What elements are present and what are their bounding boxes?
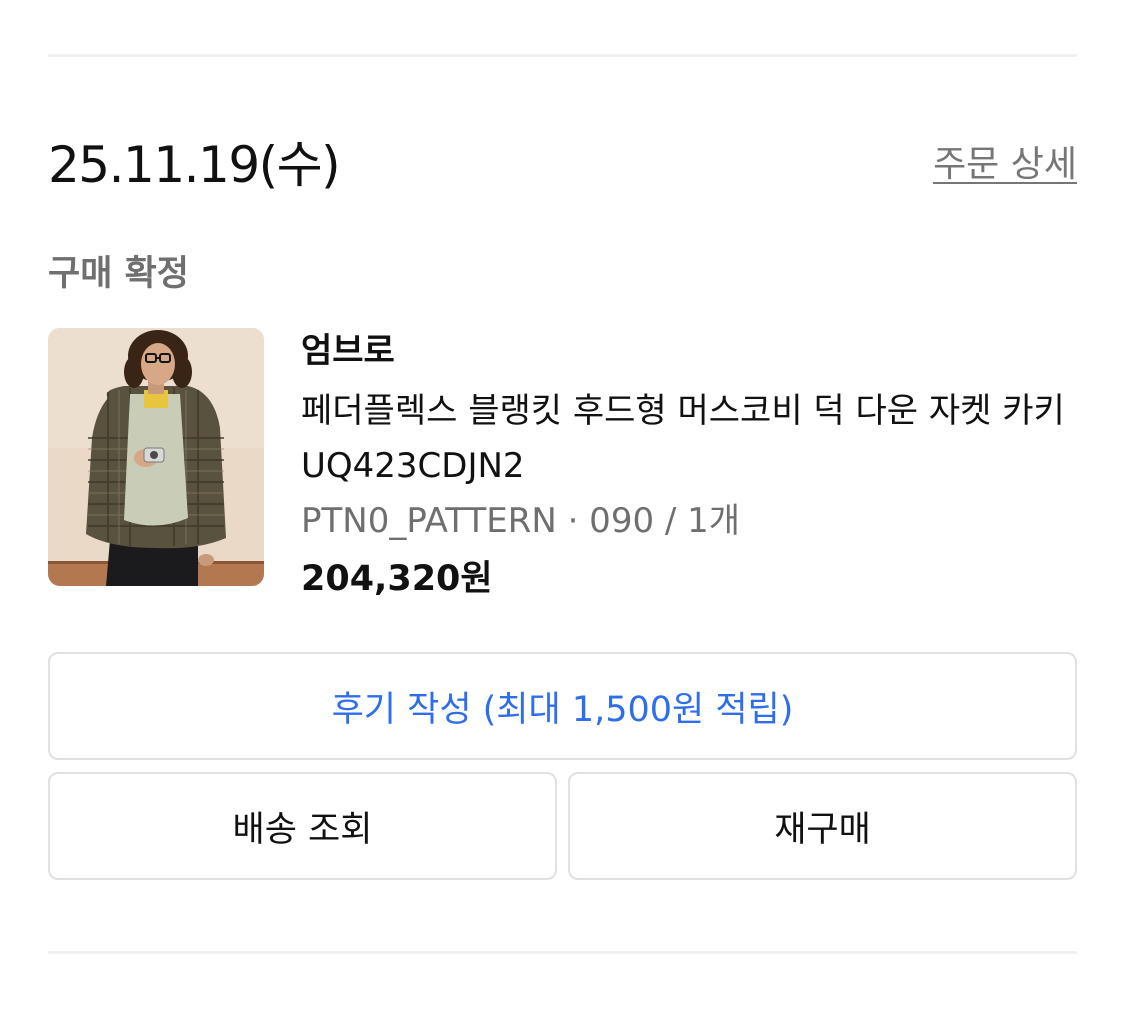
product-option: PTN0_PATTERN · 090 / 1개: [301, 501, 741, 541]
write-review-button[interactable]: 후기 작성 (최대 1,500원 적립): [48, 652, 1077, 760]
brand-name[interactable]: 엄브로: [301, 328, 1079, 374]
product-price: 204,320원: [301, 559, 493, 599]
bottom-divider: [48, 951, 1077, 954]
product-photo-icon: [48, 328, 264, 586]
order-status: 구매 확정: [48, 254, 189, 294]
product-thumbnail[interactable]: [48, 328, 264, 586]
product-info: 엄브로 페더플렉스 블랭킷 후드형 머스코비 덕 다운 자켓 카키 UQ423C…: [301, 328, 1079, 602]
order-detail-link[interactable]: 주문 상세: [933, 143, 1077, 187]
track-shipping-button[interactable]: 배송 조회: [48, 772, 557, 880]
order-date: 25.11.19(수): [48, 136, 341, 194]
product-name[interactable]: 페더플렉스 블랭킷 후드형 머스코비 덕 다운 자켓 카키 UQ423CDJN2: [301, 384, 1079, 494]
repurchase-button[interactable]: 재구매: [568, 772, 1077, 880]
top-divider: [48, 54, 1077, 57]
